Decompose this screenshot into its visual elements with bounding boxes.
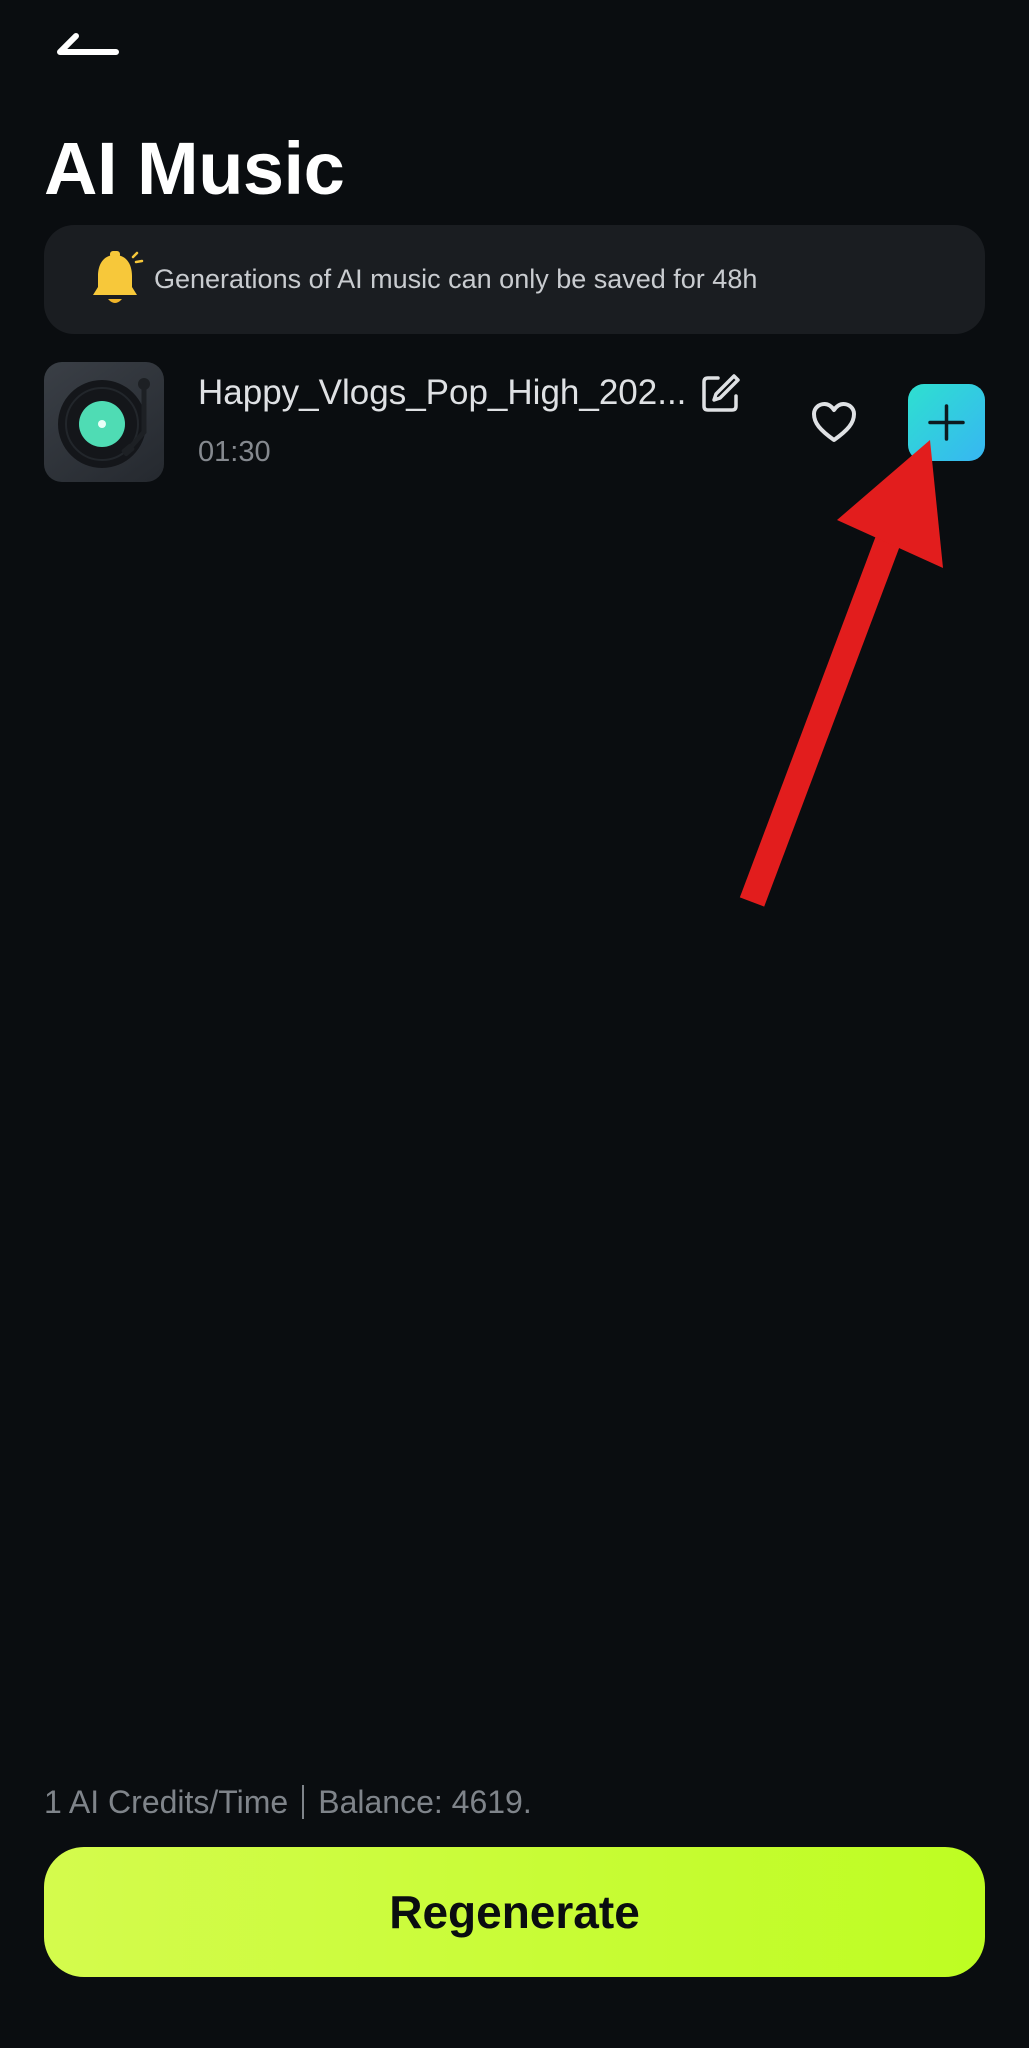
edit-icon [702,374,740,412]
back-button[interactable] [44,12,134,82]
heart-icon [812,402,856,442]
notice-banner: Generations of AI music can only be save… [44,225,985,334]
back-arrow-icon [57,33,119,55]
plus-icon [928,404,965,441]
credits-divider [302,1784,305,1819]
favorite-button[interactable] [810,400,858,444]
annotation-arrow [739,440,943,907]
bell-icon [93,251,144,303]
track-duration: 01:30 [198,436,271,468]
edit-name-button[interactable] [698,372,742,416]
regenerate-button[interactable]: Regenerate [44,1847,985,1977]
track-cover [44,362,164,482]
credits-info: 1 AI Credits/Time Balance: 4619. [44,1780,532,1825]
credits-per-time: 1 AI Credits/Time [44,1784,289,1820]
balance-text: Balance: 4619. [318,1784,532,1820]
notice-text: Generations of AI music can only be save… [154,264,758,294]
track-name: Happy_Vlogs_Pop_High_202... [198,373,687,412]
page-title: AI Music [44,127,345,210]
regenerate-label: Regenerate [389,1886,640,1938]
track-list-item[interactable]: Happy_Vlogs_Pop_High_202... 01:30 [44,362,985,482]
add-to-project-button[interactable] [908,384,985,461]
vinyl-record-icon [58,378,150,468]
